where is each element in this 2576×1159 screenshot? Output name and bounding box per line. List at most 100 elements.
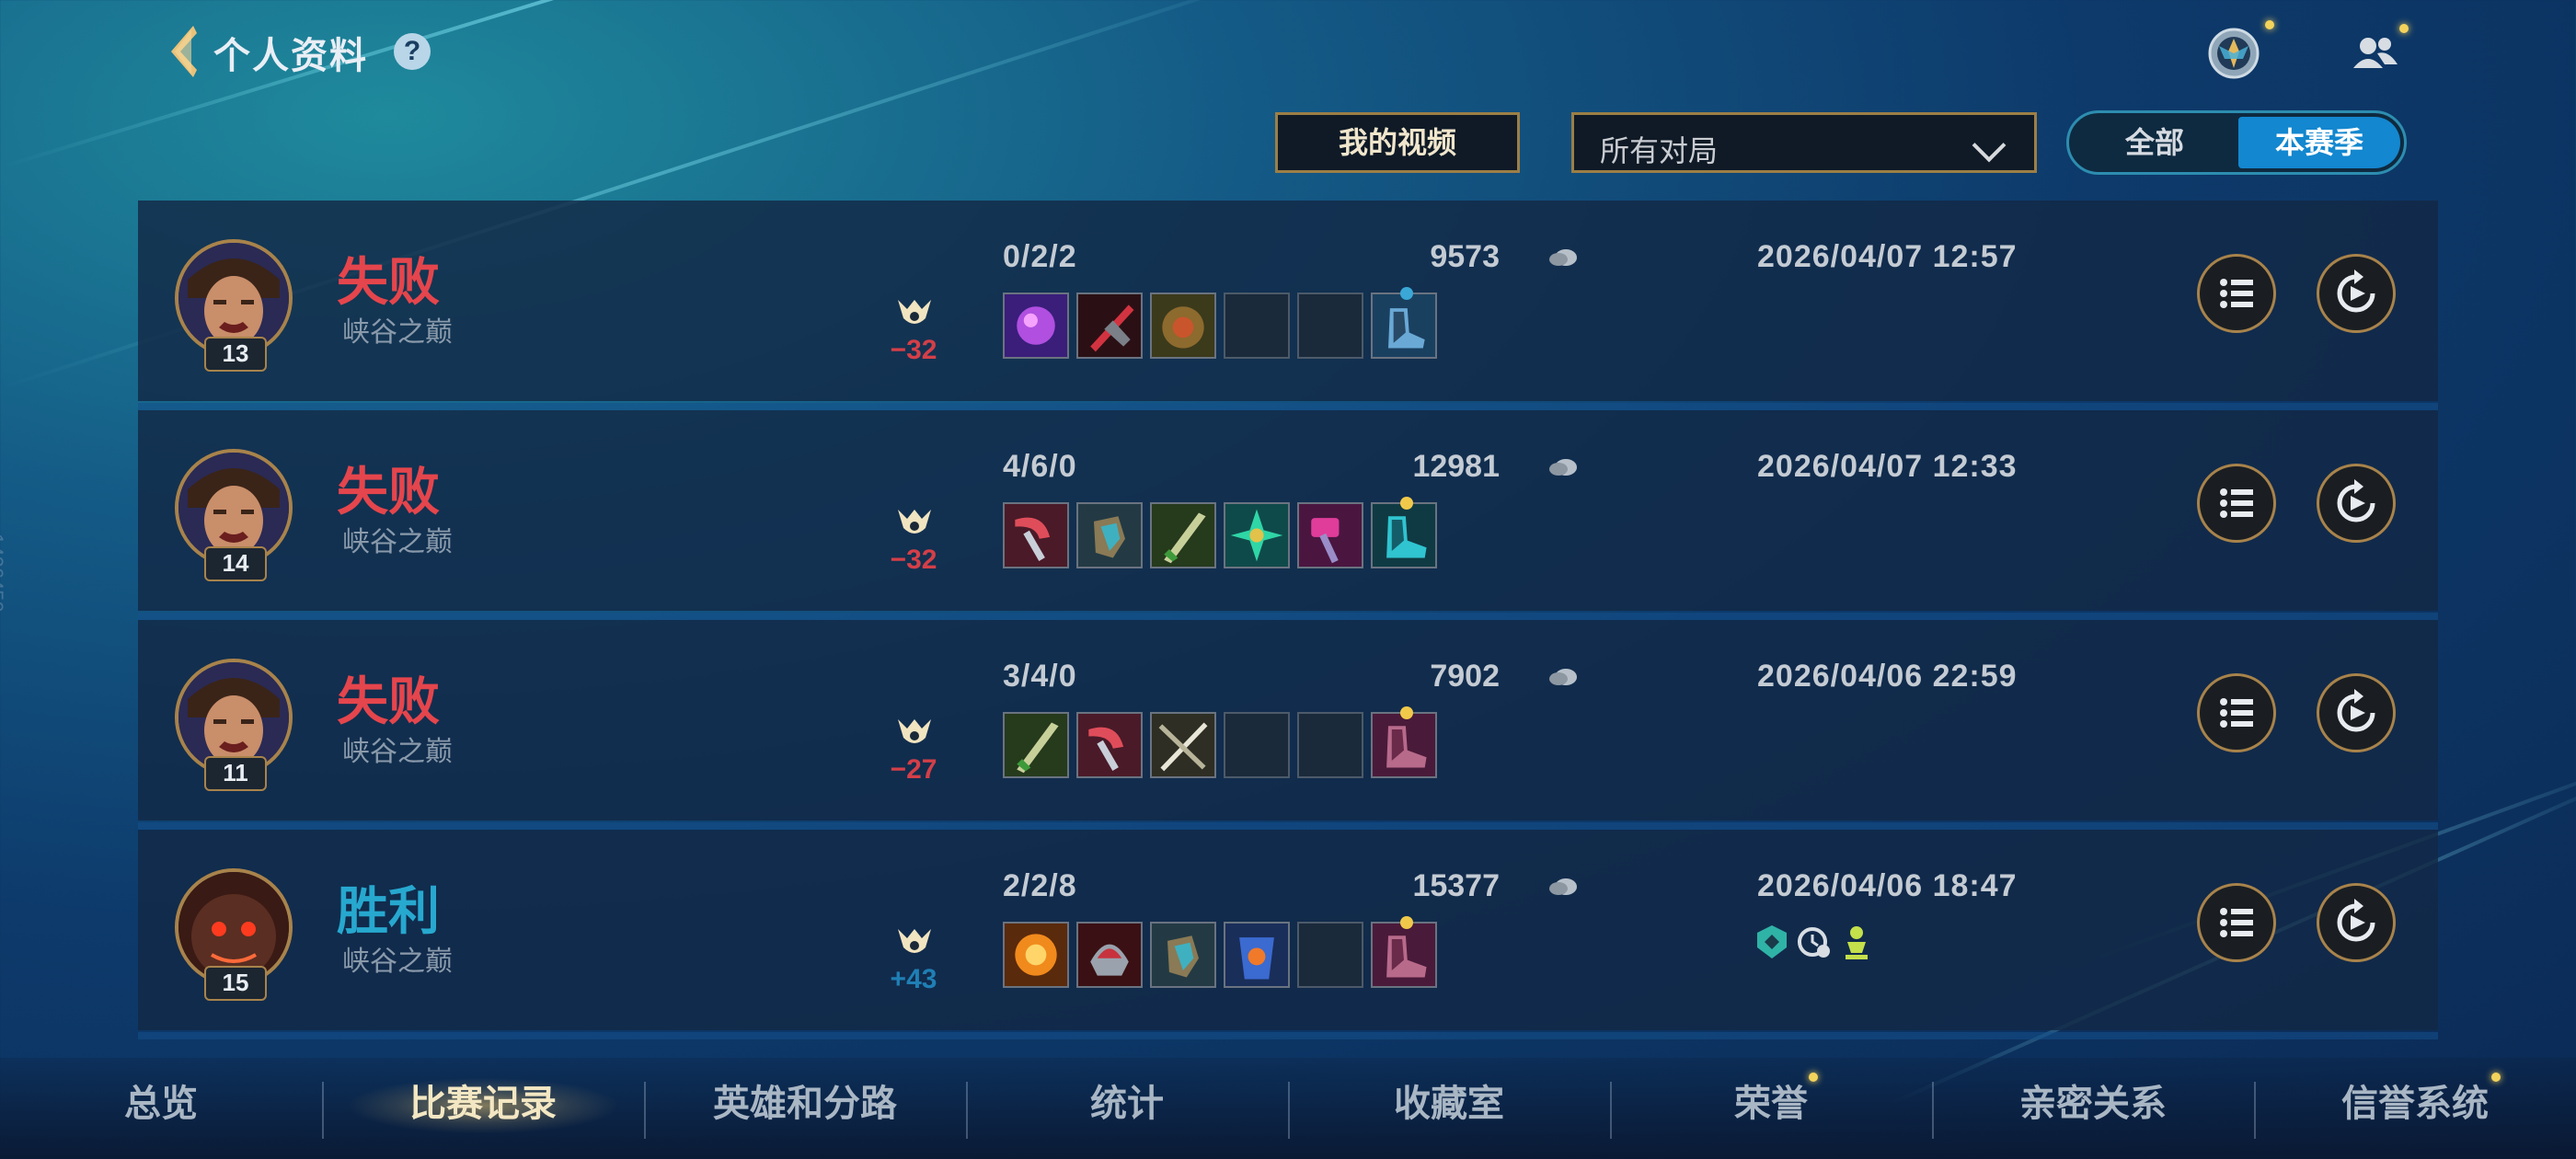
replay-button[interactable] (2317, 254, 2396, 333)
fire-orb-icon (1005, 924, 1067, 986)
back-button[interactable] (166, 24, 197, 79)
match-datetime: 2026/04/07 12:33 (1757, 449, 2018, 484)
item-slot-red-axe[interactable] (1076, 712, 1143, 778)
match-datetime: 2026/04/07 12:57 (1757, 239, 2018, 274)
magenta-boots-icon (1373, 714, 1435, 776)
empty-item-slot[interactable] (1224, 293, 1290, 359)
friends-icon (2353, 38, 2398, 68)
empty-item-slot[interactable] (1297, 922, 1363, 988)
match-details-button[interactable] (2197, 464, 2276, 543)
item-slot-teal-boots[interactable] (1371, 497, 1437, 568)
item-slot-green-sword[interactable] (1150, 502, 1216, 568)
green-sword-icon (1005, 714, 1067, 776)
match-details-button[interactable] (2197, 673, 2276, 752)
toggle-season[interactable]: 本赛季 (2238, 117, 2400, 168)
item-slot-magenta-boots[interactable] (1371, 916, 1437, 988)
game-mode: 峡谷之巅 (342, 737, 453, 767)
match-result: 失败 (337, 672, 440, 730)
row-separator (138, 403, 2438, 410)
replay-button[interactable] (2317, 883, 2396, 962)
notification-dot (2265, 20, 2274, 29)
item-slot-red-axe[interactable] (1003, 502, 1069, 568)
rank-points-change: −27 (890, 754, 937, 785)
nav-separator (1288, 1082, 1290, 1139)
friends-button[interactable] (2348, 26, 2403, 81)
nav-tab[interactable]: 总览 (23, 1076, 299, 1131)
item-slot-emerald-cross[interactable] (1224, 502, 1290, 568)
item-slot-magenta-hammer[interactable] (1297, 502, 1363, 568)
champion-level: 13 (204, 337, 267, 372)
replay-button[interactable] (2317, 464, 2396, 543)
match-row[interactable]: 13 失败 峡谷之巅 −32 0/2/2 9573 2026/04/07 12:57 (138, 201, 2438, 410)
match-row[interactable]: 11 失败 峡谷之巅 −27 3/4/0 7902 2026/04/06 22:59 (138, 620, 2438, 830)
help-icon[interactable]: ? (394, 33, 431, 70)
item-slot-green-sword[interactable] (1003, 712, 1069, 778)
match-row[interactable]: 14 失败 峡谷之巅 −32 4/6/0 12981 2026/04/07 12:33 (138, 410, 2438, 620)
empty-item-slot[interactable] (1224, 712, 1290, 778)
item-slot-blue-boots[interactable] (1371, 287, 1437, 359)
item-slot-violet-orb[interactable] (1003, 293, 1069, 359)
gauntlet-icon (1152, 924, 1214, 986)
notification-dot (2491, 1073, 2501, 1082)
rank-emblem-button[interactable] (2206, 26, 2261, 81)
item-slot-fire-orb[interactable] (1003, 922, 1069, 988)
champion-level: 15 (204, 966, 267, 1001)
trinket-marker-icon (1400, 287, 1413, 300)
game-mode: 峡谷之巅 (342, 947, 453, 977)
item-slot-crimson-blade[interactable] (1076, 293, 1143, 359)
row-separator (138, 613, 2438, 620)
nav-separator (966, 1082, 968, 1139)
nav-tab[interactable]: 荣誉 (1633, 1076, 1909, 1131)
bronze-shield-icon (1152, 294, 1214, 357)
rank-points-icon (898, 300, 931, 324)
nav-tab[interactable]: 英雄和分路 (667, 1076, 943, 1131)
side-id-text: 1426450 (0, 534, 7, 613)
season-toggle[interactable]: 全部 本赛季 (2066, 110, 2407, 175)
my-videos-button[interactable]: 我的视频 (1275, 112, 1520, 173)
nav-tab[interactable]: 信誉系统 (2277, 1076, 2553, 1131)
nav-tab[interactable]: 收藏室 (1311, 1076, 1587, 1131)
rank-points-change: +43 (890, 964, 937, 994)
match-result: 失败 (337, 463, 440, 521)
champion-level: 14 (204, 546, 267, 581)
match-filter-select[interactable]: 所有对局 (1571, 112, 2037, 173)
row-separator (138, 1032, 2438, 1039)
rank-points-icon (898, 929, 931, 953)
match-datetime: 2026/04/06 22:59 (1757, 659, 2018, 694)
toggle-all[interactable]: 全部 (2069, 113, 2240, 172)
kda: 2/2/8 (1003, 868, 1077, 903)
match-details-button[interactable] (2197, 883, 2276, 962)
crimson-helm-icon (1078, 924, 1141, 986)
match-details-button[interactable] (2197, 254, 2276, 333)
item-slot-pale-blades[interactable] (1150, 712, 1216, 778)
shield-badge-icon (1757, 925, 1787, 958)
gold-icon (1549, 669, 1577, 685)
kda: 3/4/0 (1003, 659, 1077, 694)
chevron-down-icon (1972, 128, 2007, 163)
match-result: 胜利 (337, 882, 440, 940)
nav-tab[interactable]: 统计 (989, 1076, 1265, 1131)
rank-points-change: −32 (890, 335, 937, 365)
nav-tab[interactable]: 比赛记录 (345, 1076, 621, 1131)
empty-item-slot[interactable] (1297, 293, 1363, 359)
nav-tab[interactable]: 亲密关系 (1955, 1076, 2231, 1131)
kda: 0/2/2 (1003, 239, 1077, 274)
replay-icon (2337, 479, 2375, 522)
green-sword-icon (1152, 504, 1214, 567)
match-row[interactable]: 15 胜利峡谷之巅 +43 2/2/8 15377 2026/04/06 18:47 (138, 830, 2438, 1039)
trinket-marker-icon (1400, 497, 1413, 510)
item-slot-magenta-boots[interactable] (1371, 706, 1437, 778)
replay-button[interactable] (2317, 673, 2396, 752)
item-slot-gauntlet[interactable] (1150, 922, 1216, 988)
row-separator (138, 822, 2438, 830)
item-slot-gauntlet[interactable] (1076, 502, 1143, 568)
item-slot-blue-fire-armor[interactable] (1224, 922, 1290, 988)
nav-separator (1610, 1082, 1612, 1139)
magenta-hammer-icon (1299, 504, 1362, 567)
item-slot-bronze-shield[interactable] (1150, 293, 1216, 359)
match-datetime: 2026/04/06 18:47 (1757, 868, 2018, 903)
clock-badge-icon (1798, 927, 1830, 958)
item-slot-crimson-helm[interactable] (1076, 922, 1143, 988)
gold-amount: 15377 (1412, 868, 1500, 903)
empty-item-slot[interactable] (1297, 712, 1363, 778)
